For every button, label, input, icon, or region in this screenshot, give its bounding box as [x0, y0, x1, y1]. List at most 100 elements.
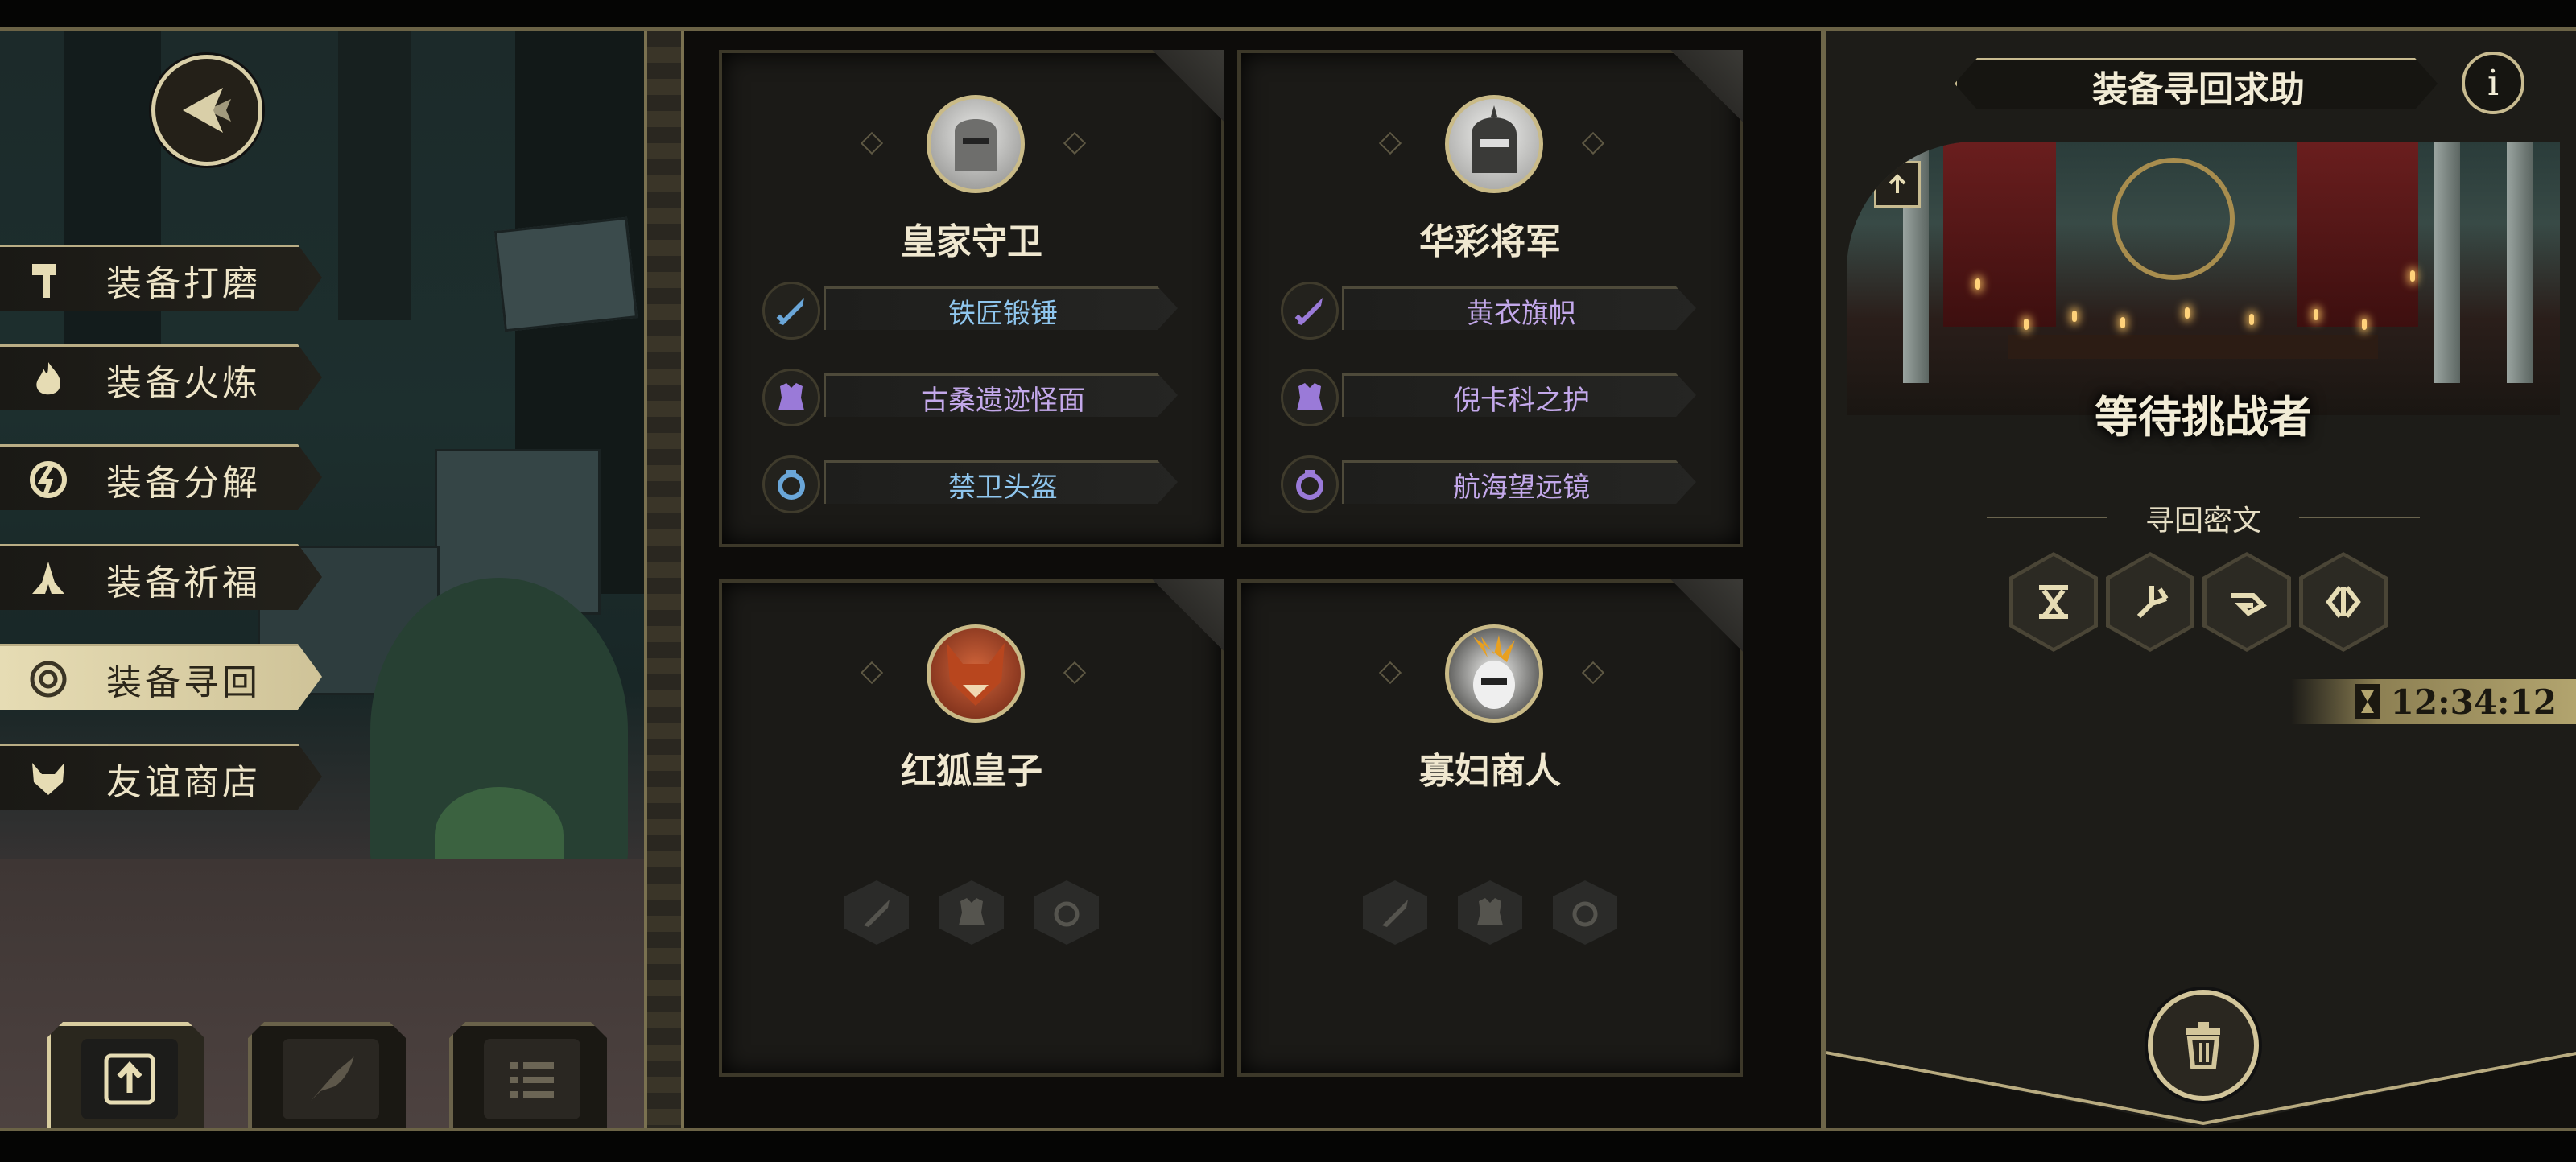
menu-item-disassemble[interactable]: 装备分解: [0, 444, 322, 510]
tree-trunk: [64, 31, 161, 369]
upload-icon: [81, 1039, 178, 1119]
delete-request-button[interactable]: [2148, 990, 2259, 1101]
candle: [2410, 270, 2415, 282]
timer-value: 12:34:12: [2390, 682, 2557, 722]
ring-icon: [1281, 455, 1339, 513]
equipment-row[interactable]: 古桑遗迹怪面: [762, 369, 1181, 426]
equipment-row[interactable]: 倪卡科之护: [1281, 369, 1699, 426]
menu-item-retrieve[interactable]: 装备寻回: [0, 644, 322, 710]
ornament: [1378, 131, 1402, 155]
candle: [2249, 314, 2254, 325]
upload-icon: [1889, 174, 1906, 193]
ring-icon: [762, 455, 820, 513]
bottom-frame: [0, 1128, 2576, 1162]
equipment-name: 铁匠锻锤: [824, 286, 1178, 330]
rune-2-icon: [2136, 586, 2169, 619]
hero-name: 寡妇商人: [1419, 751, 1561, 792]
equipment-name: 古桑遗迹怪面: [824, 373, 1178, 417]
top-frame: [0, 0, 2576, 31]
hero-name: 华彩将军: [1419, 221, 1561, 262]
share-button[interactable]: [1874, 161, 1921, 208]
pillar: [2434, 142, 2460, 383]
info-button[interactable]: i: [2462, 52, 2524, 114]
divider-line: [2299, 517, 2420, 518]
menu-item-forge[interactable]: 装备火炼: [0, 344, 322, 410]
retrieve-help-panel: 装备寻回求助 i 等待挑战者 寻回密文 12:34:12: [1821, 31, 2576, 1128]
hero-card-royal-guard[interactable]: 皇家守卫 铁匠锻锤 古桑遗迹怪面 禁卫头盔: [719, 50, 1224, 547]
menu-item-friend-shop[interactable]: 友谊商店: [0, 744, 322, 810]
candle: [2072, 311, 2077, 322]
hammer-icon: [23, 254, 74, 306]
ornament: [1378, 661, 1402, 685]
menu-item-label: 装备火炼: [106, 363, 261, 404]
empty-armor-slot[interactable]: [939, 880, 1004, 945]
sword-icon: [762, 282, 820, 340]
ring-icon: [1054, 901, 1080, 927]
general-helmet-portrait: [1445, 95, 1543, 193]
armor-icon: [1281, 369, 1339, 426]
rune-3-icon: [2231, 593, 2267, 616]
hero-card-splendid-general[interactable]: 华彩将军 黄衣旗帜 倪卡科之护 航海望远镜: [1237, 50, 1743, 547]
empty-weapon-slot[interactable]: [1363, 880, 1427, 945]
signboard: [493, 216, 638, 332]
empty-armor-slot[interactable]: [1458, 880, 1522, 945]
upload-tab-button[interactable]: [47, 1022, 204, 1128]
ring-icon: [1572, 901, 1598, 927]
candle: [2120, 317, 2125, 328]
menu-item-label: 装备寻回: [106, 662, 261, 703]
candle: [2024, 319, 2029, 330]
hero-name: 红狐皇子: [901, 751, 1042, 792]
curtain: [2297, 142, 2418, 327]
sword-icon: [864, 900, 890, 927]
cipher-label: 寻回密文: [2145, 505, 2261, 538]
candle: [2362, 319, 2367, 330]
fox-icon: [23, 753, 74, 805]
equipment-name: 倪卡科之护: [1342, 373, 1696, 417]
equipment-name: 禁卫头盔: [824, 460, 1178, 504]
ornament: [860, 661, 884, 685]
target-icon: [23, 653, 74, 705]
challenge-banner-image: [1847, 142, 2560, 415]
red-fox-portrait: [927, 624, 1025, 723]
menu-item-polish[interactable]: 装备打磨: [0, 245, 322, 311]
curtain: [1943, 142, 2056, 327]
armor-icon: [959, 898, 985, 925]
sword-icon: [1382, 900, 1408, 927]
countdown-timer: 12:34:12: [2291, 679, 2576, 724]
widow-merchant-portrait: [1445, 624, 1543, 723]
equipment-row[interactable]: 航海望远镜: [1281, 455, 1699, 513]
armor-icon: [762, 369, 820, 426]
ornamental-divider: [644, 31, 684, 1128]
hourglass-icon: [2355, 684, 2380, 719]
hero-card-widow-merchant[interactable]: 寡妇商人: [1237, 579, 1743, 1077]
challenge-status: 等待挑战者: [2095, 391, 2312, 443]
cipher-rune-3[interactable]: [2202, 552, 2291, 652]
hero-card-red-fox-prince[interactable]: 红狐皇子: [719, 579, 1224, 1077]
cipher-rune-4[interactable]: [2299, 552, 2388, 652]
praying-hands-icon: [23, 554, 74, 605]
ornament: [1063, 131, 1087, 155]
equipment-row[interactable]: 禁卫头盔: [762, 455, 1181, 513]
empty-weapon-slot[interactable]: [844, 880, 909, 945]
banquet-table: [2008, 335, 2378, 359]
panel-title: 装备寻回求助: [1955, 58, 2438, 109]
back-button[interactable]: [151, 55, 262, 166]
cipher-rune-1[interactable]: [2009, 552, 2098, 652]
trash-icon: [2186, 1022, 2220, 1069]
menu-item-label: 装备分解: [106, 463, 261, 504]
feather-tab-button[interactable]: [248, 1022, 406, 1128]
menu-item-bless[interactable]: 装备祈福: [0, 544, 322, 610]
rune-4-icon: [2326, 586, 2361, 618]
candle: [1975, 278, 1980, 290]
equipment-row[interactable]: 铁匠锻锤: [762, 282, 1181, 340]
list-icon: [484, 1039, 580, 1119]
cipher-rune-2[interactable]: [2106, 552, 2194, 652]
ornament: [1063, 661, 1087, 685]
empty-ring-slot[interactable]: [1553, 880, 1617, 945]
equipment-name: 黄衣旗帜: [1342, 286, 1696, 330]
tree-trunk: [338, 31, 411, 320]
empty-ring-slot[interactable]: [1034, 880, 1099, 945]
equipment-row[interactable]: 黄衣旗帜: [1281, 282, 1699, 340]
list-tab-button[interactable]: [449, 1022, 607, 1128]
menu-item-label: 友谊商店: [106, 762, 261, 803]
